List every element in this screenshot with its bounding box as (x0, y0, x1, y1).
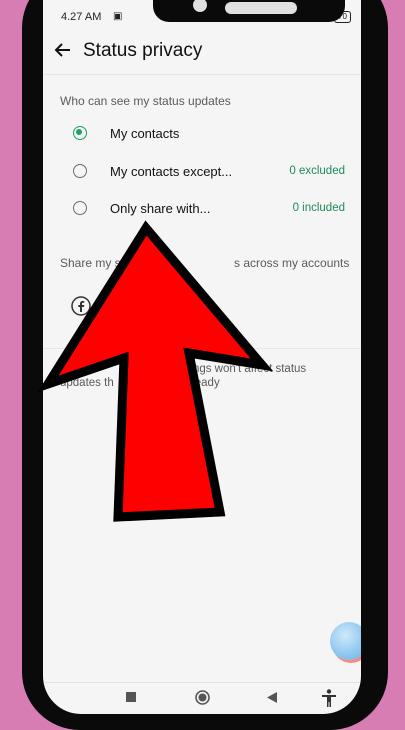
info-line2b: ready (190, 377, 220, 389)
info-line2a: updates th (60, 377, 114, 389)
option-contacts-except[interactable]: My contacts except... 0 excluded (43, 155, 361, 191)
camera-notch (153, 0, 345, 22)
accessibility-icon[interactable] (321, 689, 337, 707)
share-section-header-tail: s across my accounts (234, 256, 350, 270)
option-label: Only share with... (110, 201, 211, 216)
info-line1b: ttings won't affect status (184, 363, 307, 375)
radio-only-share-with[interactable] (73, 201, 87, 215)
floating-bubble[interactable] (330, 622, 361, 660)
back-arrow-icon[interactable] (51, 38, 75, 62)
phone-screen: 4.27 AM ▣ 70 Status privacy Who can see … (43, 0, 361, 714)
page-title: Status privacy (83, 40, 203, 61)
option-label: My contacts (110, 126, 180, 141)
info-line1a: o t (60, 363, 73, 375)
home-circle-icon[interactable] (195, 690, 210, 705)
camera-icon (193, 0, 207, 12)
excluded-count: 0 excluded (289, 165, 345, 177)
account-label: nt (205, 313, 216, 328)
app-bar: Status privacy (43, 30, 361, 75)
option-my-contacts[interactable]: My contacts (43, 117, 361, 153)
nav-bar (43, 682, 361, 714)
option-label: My contacts except... (110, 164, 233, 179)
radio-my-contacts[interactable] (73, 126, 87, 140)
radio-contacts-except[interactable] (73, 164, 87, 178)
included-count: 0 included (292, 202, 345, 214)
speaker-grille (225, 2, 297, 14)
status-time: 4.27 AM (61, 11, 102, 23)
notification-icon: ▣ (113, 11, 123, 22)
divider (43, 348, 361, 349)
back-triangle-icon[interactable] (267, 692, 277, 703)
visibility-section-header: Who can see my status updates (60, 94, 231, 108)
share-section-header: Share my s (60, 256, 121, 270)
info-text: o t ttings won't affect status updates t… (60, 362, 340, 390)
facebook-icon (71, 296, 91, 316)
recents-square-icon[interactable] (126, 692, 136, 702)
option-only-share-with[interactable]: Only share with... 0 included (43, 192, 361, 228)
